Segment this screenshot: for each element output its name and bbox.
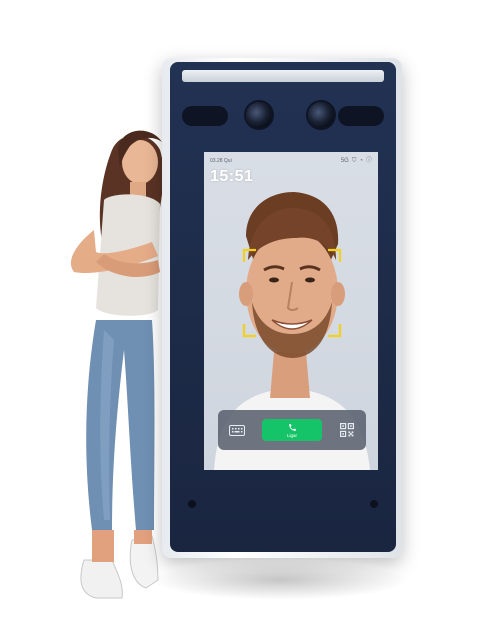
screw-left [188, 500, 196, 508]
call-label: Ligar [286, 432, 297, 438]
5G-icon: 5G [340, 158, 349, 164]
light-strip [182, 70, 384, 82]
ir-sensor-left [182, 106, 228, 126]
status-bar: 03.28 Qui 5G ⛉ ◔ ⓘ [210, 156, 372, 166]
terminal-front-panel: 03.28 Qui 5G ⛉ ◔ ⓘ 15:51 Ligar [170, 62, 396, 552]
shield-icon: ⛉ [351, 158, 357, 164]
status-indicators: 5G ⛉ ◔ ⓘ [341, 158, 372, 164]
qr-code-icon[interactable] [338, 421, 356, 439]
camera-left-icon [246, 102, 272, 128]
access-control-terminal: 03.28 Qui 5G ⛉ ◔ ⓘ 15:51 Ligar [162, 58, 402, 558]
keyboard-icon[interactable] [228, 421, 246, 439]
info-icon: ⓘ [365, 158, 372, 164]
screw-right [370, 500, 378, 508]
phone-icon [288, 423, 296, 431]
call-button[interactable]: Ligar [262, 419, 322, 441]
terminal-screen: 03.28 Qui 5G ⛉ ◔ ⓘ 15:51 Ligar [204, 152, 378, 470]
wifi-icon: ◔ [359, 158, 363, 164]
status-date: 03.28 Qui [210, 158, 232, 164]
clock-time: 15:51 [210, 168, 254, 185]
camera-right-icon [308, 102, 334, 128]
ir-sensor-right [338, 106, 384, 126]
action-bar: Ligar [218, 410, 366, 450]
